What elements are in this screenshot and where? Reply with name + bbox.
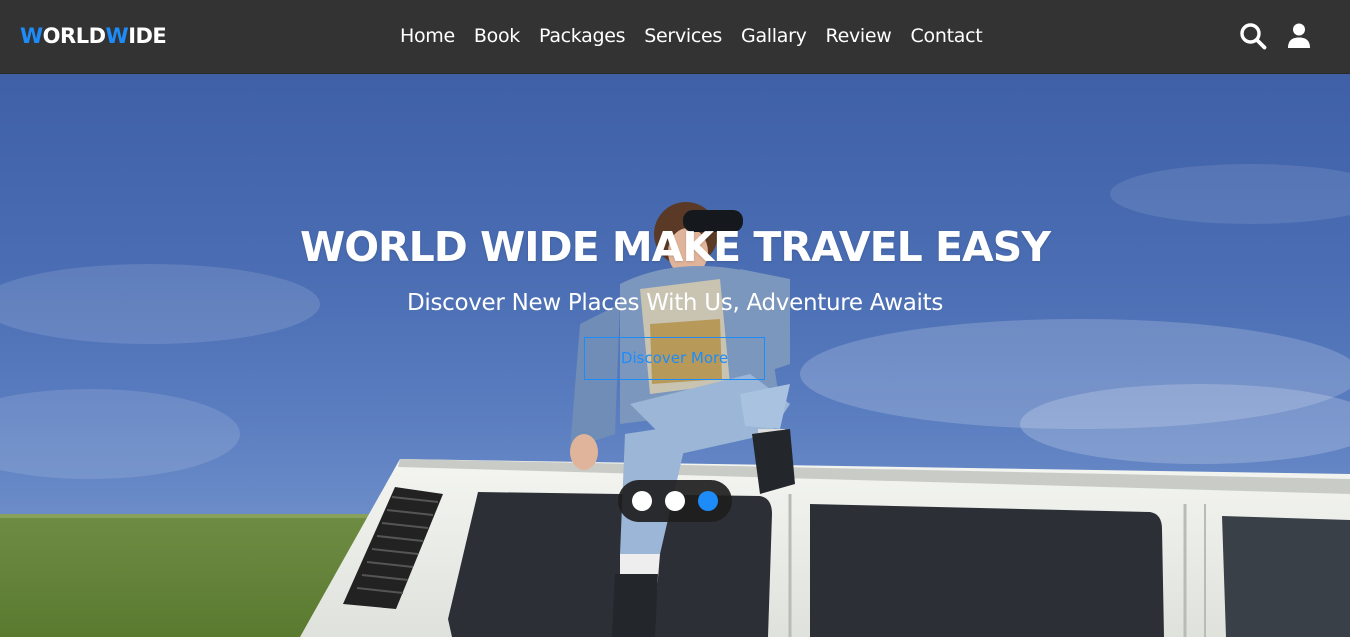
site-logo[interactable]: WORLDWIDE <box>20 22 167 50</box>
logo-accent-letter: W <box>105 24 129 48</box>
nav-link-gallary[interactable]: Gallary <box>741 22 807 50</box>
nav-link-home[interactable]: Home <box>400 22 455 50</box>
logo-accent-letter: W <box>20 24 43 48</box>
search-icon <box>1240 23 1267 50</box>
user-icon <box>1288 23 1310 48</box>
user-account-button[interactable] <box>1284 21 1314 51</box>
logo-text-part: IDE <box>128 24 167 48</box>
main-nav: Home Book Packages Services Gallary Revi… <box>400 22 983 50</box>
nav-link-services[interactable]: Services <box>644 22 722 50</box>
slider-pagination <box>618 480 732 522</box>
slider-dot-2[interactable] <box>665 491 685 511</box>
hero-slider: WORLD WIDE MAKE TRAVEL EASY Discover New… <box>0 74 1350 637</box>
search-button[interactable] <box>1238 21 1268 51</box>
discover-more-button[interactable]: Discover More <box>584 337 765 380</box>
slider-dot-3-active[interactable] <box>698 491 718 511</box>
hero-subtitle: Discover New Places With Us, Adventure A… <box>406 290 944 316</box>
hero-content: WORLD WIDE MAKE TRAVEL EASY Discover New… <box>0 74 1350 637</box>
hero-title: WORLD WIDE MAKE TRAVEL EASY <box>299 223 1051 271</box>
nav-link-book[interactable]: Book <box>474 22 520 50</box>
nav-link-review[interactable]: Review <box>826 22 892 50</box>
nav-link-contact[interactable]: Contact <box>911 22 983 50</box>
slider-dot-1[interactable] <box>632 491 652 511</box>
logo-text-part: ORLD <box>42 24 106 48</box>
site-header: WORLDWIDE Home Book Packages Services Ga… <box>0 0 1350 74</box>
nav-link-packages[interactable]: Packages <box>539 22 626 50</box>
